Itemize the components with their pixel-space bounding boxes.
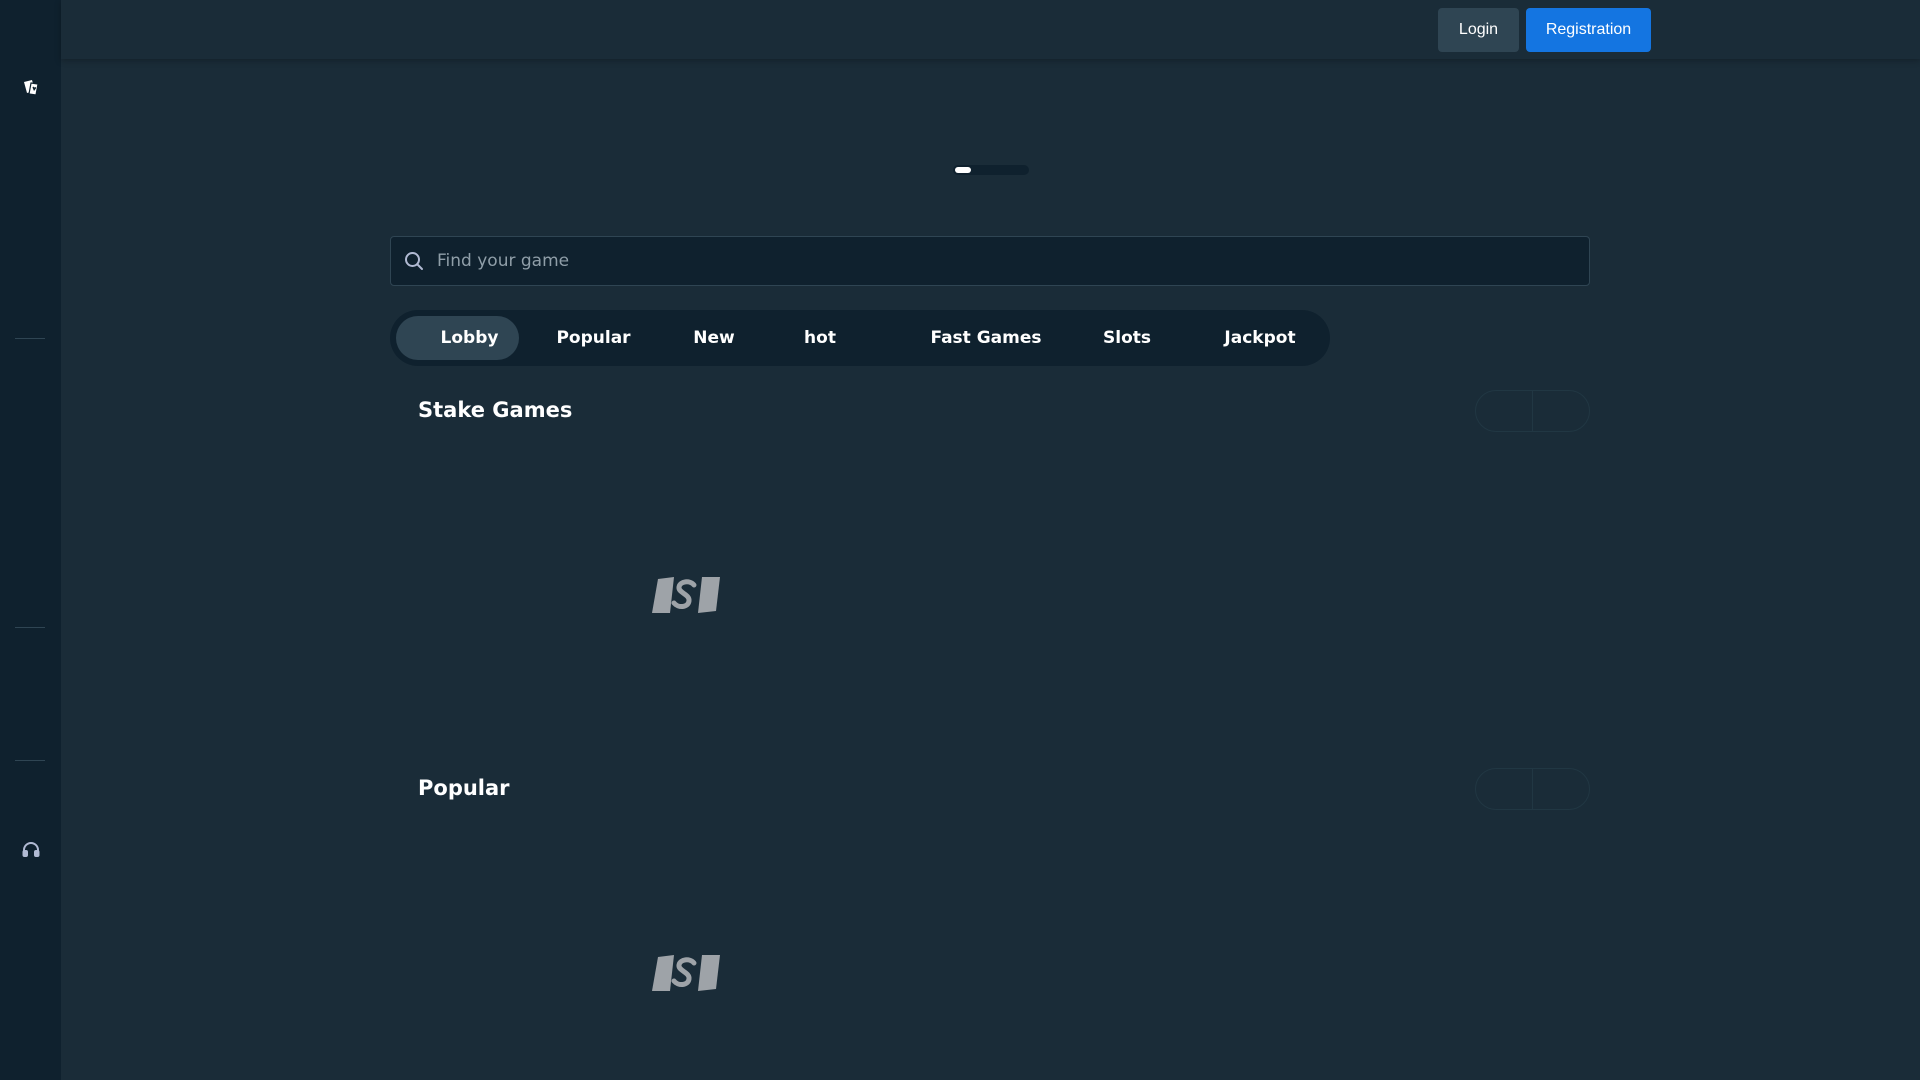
tab-label: hot [804, 328, 836, 348]
carousel-arrows [1475, 390, 1590, 432]
section-title: Popular [418, 776, 510, 800]
tab-label: Popular [556, 328, 631, 348]
tab-hot[interactable]: hot [785, 316, 855, 360]
category-tabs: Lobby Popular New hot Fast Games Slots J… [390, 310, 1330, 366]
login-button[interactable]: Login [1438, 8, 1519, 52]
previous-arrow-button[interactable] [1476, 769, 1532, 809]
search-icon [403, 250, 425, 272]
tab-popular[interactable]: Popular [536, 316, 651, 360]
previous-arrow-button[interactable] [1476, 391, 1532, 431]
tab-label: Jackpot [1224, 328, 1296, 348]
next-arrow-button[interactable] [1532, 391, 1589, 431]
next-arrow-button[interactable] [1532, 769, 1589, 809]
tab-lobby[interactable]: Lobby [396, 316, 519, 360]
stake-logo-icon [652, 953, 720, 993]
stake-logo-icon [652, 575, 720, 615]
section-title: Stake Games [418, 398, 573, 422]
search-input[interactable] [425, 237, 1589, 285]
tab-slots[interactable]: Slots [1082, 316, 1172, 360]
tab-label: Slots [1103, 328, 1151, 348]
registration-button[interactable]: Registration [1526, 8, 1651, 52]
top-bar: Login Registration [61, 0, 1920, 59]
tab-jackpot[interactable]: Jackpot [1205, 316, 1315, 360]
tab-new[interactable]: New [674, 316, 754, 360]
tab-label: Lobby [440, 328, 499, 348]
tab-label: Fast Games [930, 328, 1042, 348]
sidebar-divider [15, 760, 45, 761]
carousel-dot-active[interactable] [955, 167, 971, 173]
search-bar[interactable] [390, 236, 1590, 286]
casino-cards-icon [21, 78, 41, 102]
carousel-arrows [1475, 768, 1590, 810]
carousel-indicator[interactable] [953, 165, 1029, 175]
tab-label: New [693, 328, 735, 348]
sidebar-divider [15, 627, 45, 628]
casino-button[interactable] [0, 70, 61, 110]
tab-fast-games[interactable]: Fast Games [916, 316, 1056, 360]
sidebar [0, 0, 61, 1080]
support-headset-icon [21, 840, 41, 864]
support-button[interactable] [0, 832, 61, 872]
sidebar-divider [15, 338, 45, 339]
